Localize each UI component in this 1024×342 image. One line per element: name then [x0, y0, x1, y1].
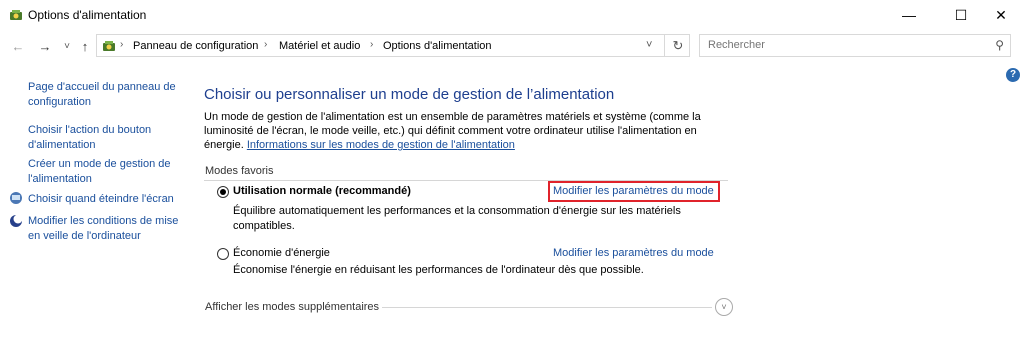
window-title: Options d'alimentation: [28, 8, 147, 22]
change-plan-settings-link-power-saver[interactable]: Modifier les paramètres du mode: [553, 247, 714, 259]
close-icon: ✕: [995, 6, 1007, 23]
favorites-label: Modes favoris: [205, 165, 274, 177]
expand-chevron-icon[interactable]: ˅: [715, 298, 733, 316]
help-button[interactable]: ?: [1006, 68, 1020, 82]
minimize-button[interactable]: —: [886, 0, 932, 30]
forward-arrow-icon: →: [38, 38, 52, 54]
sidebar-item-screen-off[interactable]: Choisir quand éteindre l'écran: [28, 192, 188, 207]
page-title: Choisir ou personnaliser un mode de gest…: [204, 86, 615, 103]
divider: [382, 307, 712, 308]
control-panel-icon: [103, 41, 115, 51]
sleep-moon-icon: [10, 214, 23, 227]
display-icon: [10, 192, 22, 204]
show-more-plans-label[interactable]: Afficher les modes supplémentaires: [205, 301, 379, 313]
up-button[interactable]: ↑: [76, 37, 94, 55]
refresh-icon: ↻: [672, 37, 684, 53]
maximize-icon: ☐: [954, 6, 968, 23]
sidebar-item-create-plan[interactable]: Créer un mode de gestion de l'alimentati…: [28, 157, 178, 187]
forward-button[interactable]: →: [36, 37, 54, 55]
breadcrumb-separator: ›: [264, 39, 268, 50]
page-description: Un mode de gestion de l'alimentation est…: [204, 110, 724, 152]
plan-description-balanced: Équilibre automatiquement les performanc…: [233, 205, 681, 232]
power-options-icon: [10, 10, 22, 20]
back-button[interactable]: ←: [9, 37, 27, 55]
breadcrumb-separator: ›: [370, 39, 374, 50]
highlight-box: [548, 181, 720, 202]
sidebar-home-link[interactable]: Page d'accueil du panneau de configurati…: [28, 80, 183, 110]
title-bar: Options d'alimentation — ☐ ✕: [0, 0, 1024, 30]
sidebar-item-sleep-settings[interactable]: Modifier les conditions de mise en veill…: [28, 214, 186, 244]
back-arrow-icon: ←: [11, 38, 25, 54]
plan-description-power-saver: Économise l'énergie en réduisant les per…: [233, 264, 644, 276]
search-input[interactable]: [706, 38, 980, 52]
address-dropdown-icon[interactable]: ˅: [646, 39, 652, 51]
close-button[interactable]: ✕: [978, 0, 1024, 30]
chevron-down-icon: ˅: [721, 302, 727, 312]
address-bar[interactable]: › Panneau de configuration › Matériel et…: [96, 34, 690, 57]
breadcrumb-power-options[interactable]: Options d'alimentation: [383, 40, 492, 52]
plan-radio-balanced[interactable]: [217, 186, 229, 198]
plan-name-power-saver[interactable]: Économie d'énergie: [233, 247, 330, 259]
info-link[interactable]: Informations sur les modes de gestion de…: [247, 139, 515, 151]
breadcrumb-separator: ›: [120, 39, 124, 50]
plan-name-balanced[interactable]: Utilisation normale (recommandé): [233, 185, 411, 197]
sidebar-item-power-button-action[interactable]: Choisir l'action du bouton d'alimentatio…: [28, 123, 178, 153]
up-arrow-icon: ↑: [81, 38, 89, 54]
breadcrumb-hardware-sound[interactable]: Matériel et audio: [279, 40, 360, 52]
recent-locations-button[interactable]: ˅: [58, 37, 76, 55]
refresh-button[interactable]: ↻: [664, 35, 691, 56]
search-icon[interactable]: ⚲: [995, 38, 1004, 52]
plan-radio-power-saver[interactable]: [217, 248, 229, 260]
chevron-down-icon: ˅: [64, 40, 70, 52]
search-box[interactable]: ⚲: [699, 34, 1011, 57]
minimize-icon: —: [902, 7, 916, 23]
breadcrumb-control-panel[interactable]: Panneau de configuration: [133, 40, 258, 52]
